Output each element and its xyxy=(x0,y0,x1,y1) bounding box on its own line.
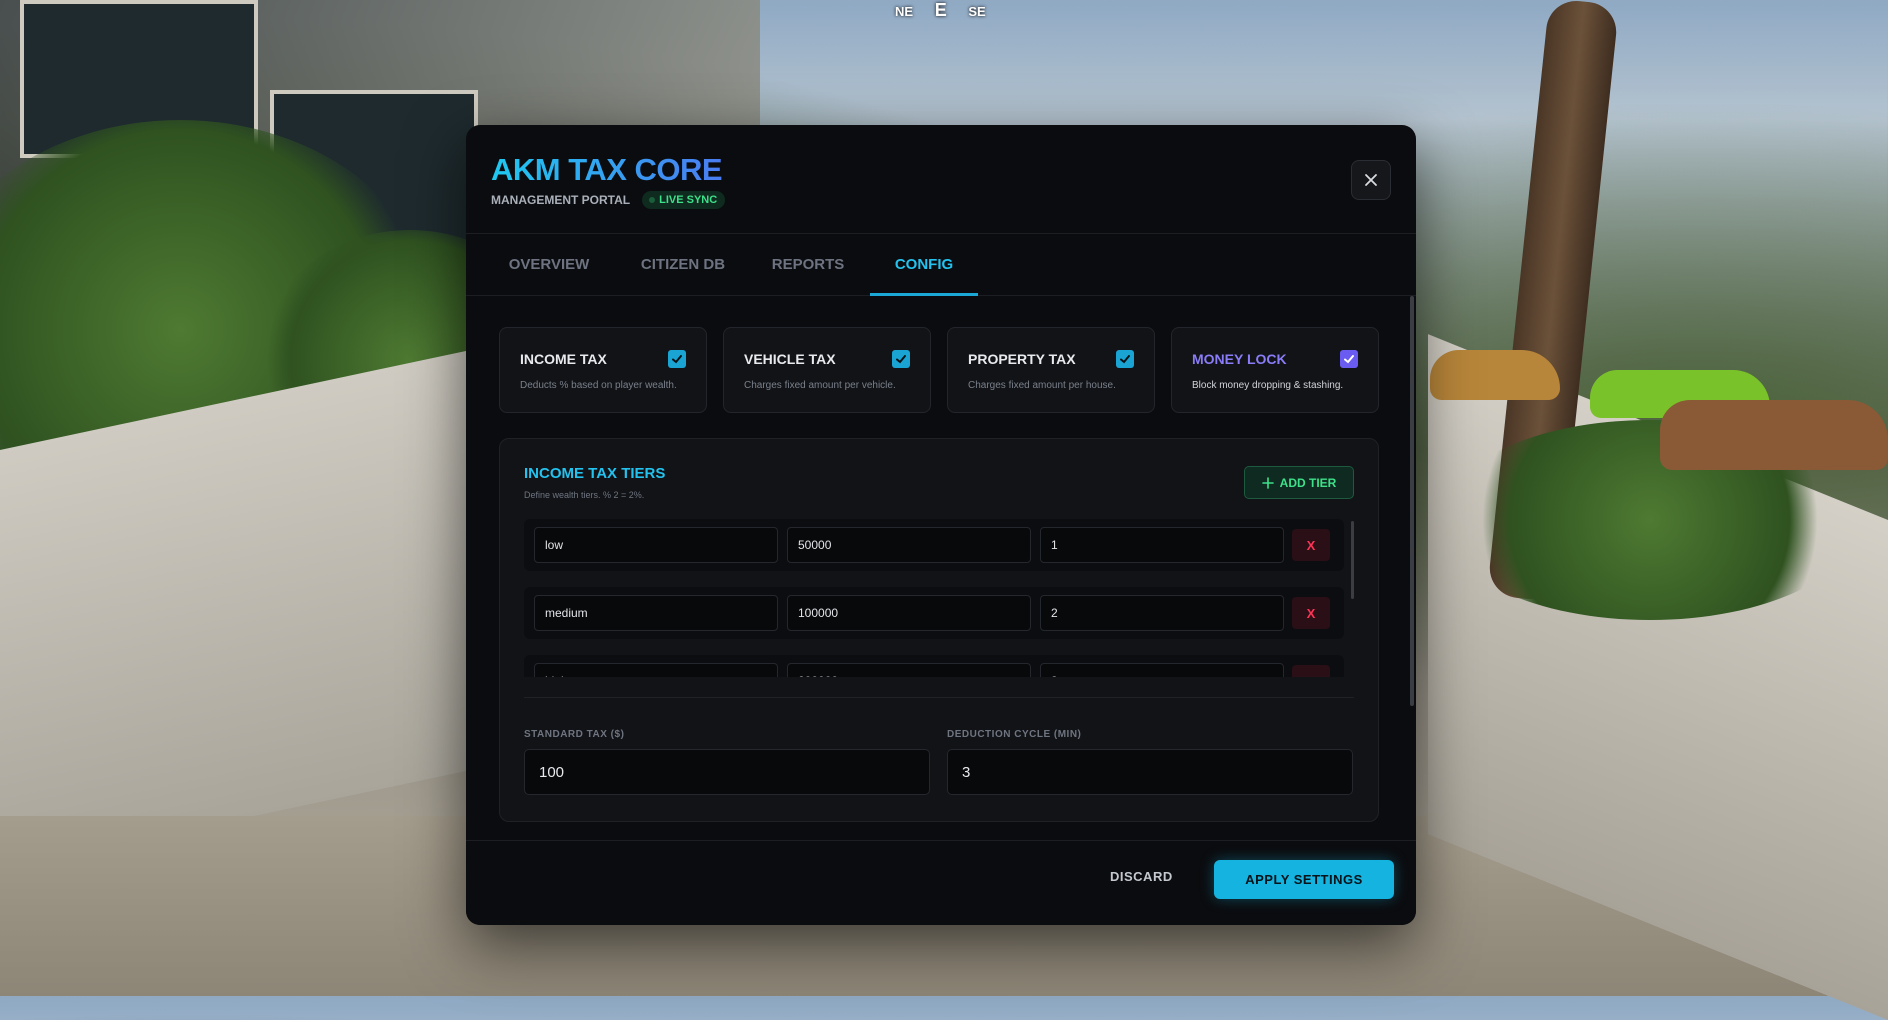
tier-list: low 50000 1 X medium 100000 2 X high 200… xyxy=(524,519,1344,677)
money-lock-checkbox[interactable] xyxy=(1340,350,1358,368)
toggle-description: Charges fixed amount per vehicle. xyxy=(744,380,896,391)
income-tax-checkbox[interactable] xyxy=(668,350,686,368)
background-car xyxy=(1430,350,1560,400)
live-sync-badge: LIVE SYNC xyxy=(642,191,726,209)
tier-name-input[interactable]: medium xyxy=(534,595,778,631)
tax-management-modal: AKM TAX CORE MANAGEMENT PORTAL LIVE SYNC… xyxy=(466,125,1416,925)
tier-row: medium 100000 2 X xyxy=(524,587,1344,639)
content-scrollbar[interactable] xyxy=(1410,296,1414,706)
tier-row: high 200000 3 X xyxy=(524,655,1344,677)
deduction-cycle-input[interactable]: 3 xyxy=(947,749,1353,795)
plus-icon xyxy=(1261,476,1274,489)
close-icon xyxy=(1365,174,1377,186)
discard-button[interactable]: DISCARD xyxy=(1110,869,1173,884)
subtitle-row: MANAGEMENT PORTAL LIVE SYNC xyxy=(491,191,726,209)
tab-citizen-db[interactable]: CITIZEN DB xyxy=(624,233,742,295)
app-title: AKM TAX CORE xyxy=(491,152,723,187)
tier-threshold-input[interactable]: 50000 xyxy=(787,527,1031,563)
toggle-title: INCOME TAX xyxy=(520,351,607,367)
vehicle-tax-checkbox[interactable] xyxy=(892,350,910,368)
compass-se: SE xyxy=(968,4,986,19)
tab-reports[interactable]: REPORTS xyxy=(758,233,858,295)
delete-tier-button[interactable]: X xyxy=(1292,529,1330,561)
tiers-subtitle: Define wealth tiers. % 2 = 2%. xyxy=(524,490,645,500)
toggle-title: VEHICLE TAX xyxy=(744,351,836,367)
config-content: INCOME TAX Deducts % based on player wea… xyxy=(466,296,1416,840)
toggle-description: Block money dropping & stashing. xyxy=(1192,380,1344,391)
portal-subtitle: MANAGEMENT PORTAL xyxy=(491,193,631,207)
standard-tax-input[interactable]: 100 xyxy=(524,749,930,795)
tab-bar: OVERVIEW CITIZEN DB REPORTS CONFIG xyxy=(466,233,1416,296)
delete-tier-button[interactable]: X xyxy=(1292,665,1330,677)
tiers-title: INCOME TAX TIERS xyxy=(524,465,666,482)
tier-percent-input[interactable]: 1 xyxy=(1040,527,1284,563)
income-tax-tiers-panel: INCOME TAX TIERS Define wealth tiers. % … xyxy=(499,438,1379,822)
background-car xyxy=(1660,400,1888,470)
live-dot-icon xyxy=(649,197,656,203)
tier-row: low 50000 1 X xyxy=(524,519,1344,571)
close-button[interactable] xyxy=(1351,160,1391,200)
tier-threshold-input[interactable]: 100000 xyxy=(787,595,1031,631)
add-tier-button[interactable]: ADD TIER xyxy=(1244,466,1354,499)
standard-tax-label: STANDARD TAX ($) xyxy=(524,729,625,740)
deduction-cycle-label: DEDUCTION CYCLE (MIN) xyxy=(947,729,1082,740)
compass-ne: NE xyxy=(895,4,914,19)
check-icon xyxy=(1120,355,1130,364)
tab-config[interactable]: CONFIG xyxy=(870,233,978,296)
toggle-title: MONEY LOCK xyxy=(1192,351,1287,367)
tier-name-input[interactable]: high xyxy=(534,663,778,677)
check-icon xyxy=(672,355,682,364)
property-tax-checkbox[interactable] xyxy=(1116,350,1134,368)
apply-settings-button[interactable]: APPLY SETTINGS xyxy=(1214,860,1394,899)
tab-overview[interactable]: OVERVIEW xyxy=(490,233,608,295)
modal-header: AKM TAX CORE MANAGEMENT PORTAL LIVE SYNC xyxy=(466,125,1416,234)
compass-e: E xyxy=(934,0,947,20)
toggle-property-tax[interactable]: PROPERTY TAX Charges fixed amount per ho… xyxy=(947,327,1155,413)
tier-percent-input[interactable]: 3 xyxy=(1040,663,1284,677)
toggle-income-tax[interactable]: INCOME TAX Deducts % based on player wea… xyxy=(499,327,707,413)
check-icon xyxy=(896,355,906,364)
tier-threshold-input[interactable]: 200000 xyxy=(787,663,1031,677)
live-sync-label: LIVE SYNC xyxy=(659,194,718,206)
toggle-vehicle-tax[interactable]: VEHICLE TAX Charges fixed amount per veh… xyxy=(723,327,931,413)
divider xyxy=(524,697,1354,698)
modal-footer: DISCARD APPLY SETTINGS xyxy=(466,840,1416,925)
tier-list-scrollbar[interactable] xyxy=(1351,521,1354,599)
toggle-money-lock[interactable]: MONEY LOCK Block money dropping & stashi… xyxy=(1171,327,1379,413)
toggle-title: PROPERTY TAX xyxy=(968,351,1076,367)
tier-percent-input[interactable]: 2 xyxy=(1040,595,1284,631)
add-tier-label: ADD TIER xyxy=(1279,475,1337,490)
toggle-description: Deducts % based on player wealth. xyxy=(520,380,677,391)
tier-name-input[interactable]: low xyxy=(534,527,778,563)
check-icon xyxy=(1344,355,1354,364)
toggle-description: Charges fixed amount per house. xyxy=(968,380,1116,391)
hud-compass: NE E SE xyxy=(895,0,1004,21)
delete-tier-button[interactable]: X xyxy=(1292,597,1330,629)
